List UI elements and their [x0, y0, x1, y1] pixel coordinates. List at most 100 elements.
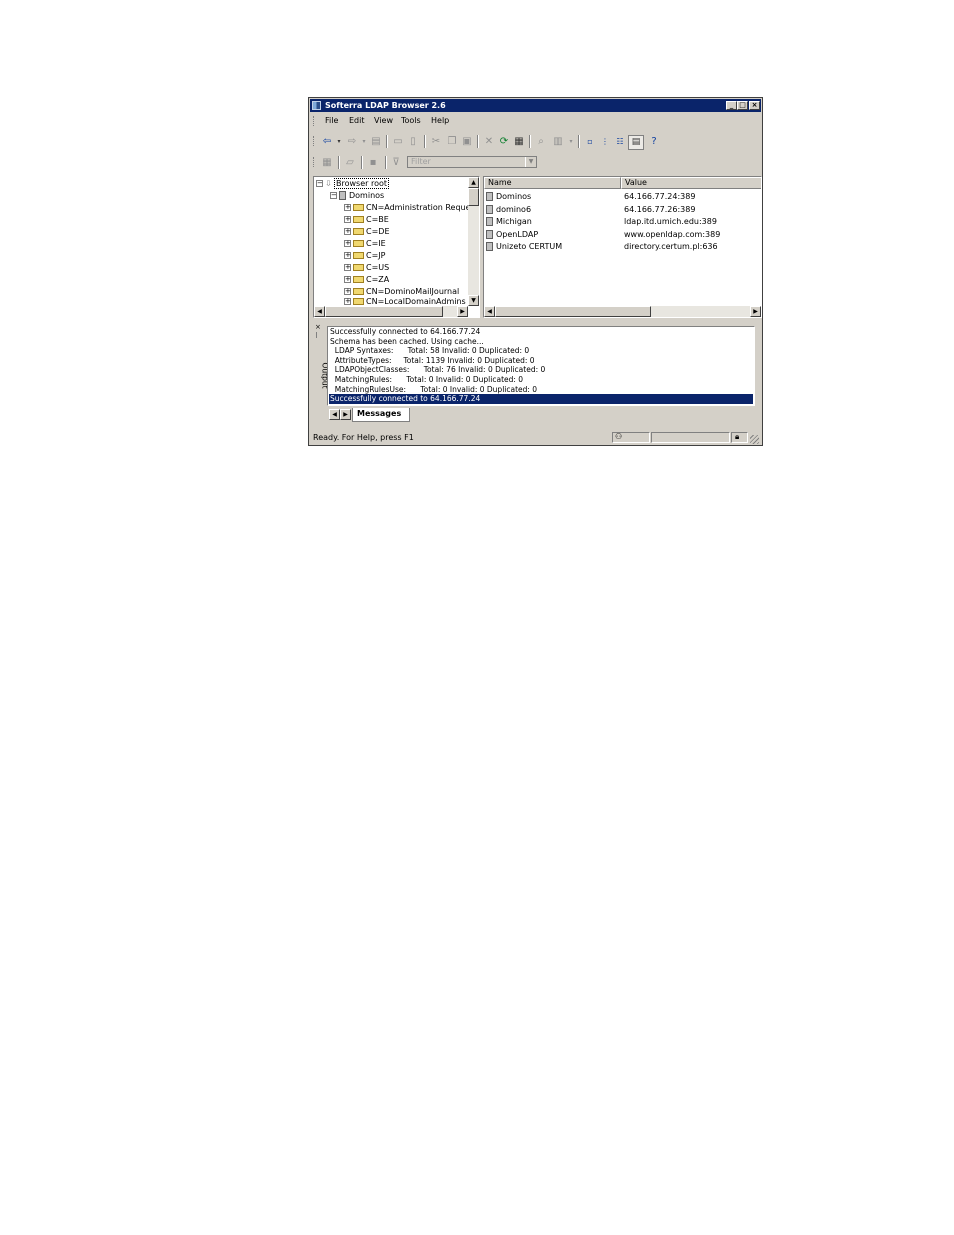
expand-icon[interactable]: +	[344, 228, 351, 235]
search-entry-icon[interactable]: ▦	[320, 156, 334, 169]
collapse-icon[interactable]: −	[330, 192, 337, 199]
tree-horizontal-scrollbar[interactable]: ◀ ▶	[314, 306, 468, 317]
list-view-icon[interactable]: ☷	[613, 135, 627, 148]
tree-item-label: CN=Administration Reque:	[366, 203, 474, 212]
resize-grip[interactable]	[750, 435, 759, 444]
menu-tools[interactable]: Tools	[401, 116, 421, 126]
output-panel-gripper[interactable]: × Output	[312, 323, 330, 426]
tree-item[interactable]: + CN=Administration Reque:	[344, 202, 473, 214]
row-name: Dominos	[496, 192, 532, 201]
tree-item-label: C=IE	[366, 239, 386, 248]
delete-icon[interactable]: ✕	[482, 135, 496, 148]
list-row[interactable]: Unizeto CERTUM	[486, 241, 562, 253]
filter-toolbar-grip[interactable]	[313, 157, 316, 167]
scroll-right-icon[interactable]: ▶	[750, 306, 761, 317]
paste-icon[interactable]: ▣	[460, 135, 474, 148]
filter-combobox[interactable]: Filter ▼	[407, 156, 537, 168]
column-header-name[interactable]: Name	[484, 177, 621, 189]
folder-icon	[353, 240, 364, 247]
tree-item[interactable]: + C=US	[344, 262, 389, 274]
open-filter-icon[interactable]: ▱	[343, 156, 357, 169]
list-row[interactable]: Dominos	[486, 191, 531, 203]
expand-icon[interactable]: +	[344, 252, 351, 259]
tree-item-server[interactable]: − Dominos	[330, 190, 384, 202]
tree-item[interactable]: + C=ZA	[344, 274, 389, 286]
expand-icon[interactable]: +	[344, 216, 351, 223]
row-value: 64.166.77.26:389	[624, 205, 696, 214]
server-icon	[486, 205, 493, 214]
expand-icon[interactable]: +	[344, 288, 351, 295]
separator	[477, 135, 479, 148]
tree-item-root[interactable]: − ⇩ Browser root	[316, 178, 389, 190]
menu-view[interactable]: View	[374, 116, 393, 126]
menu-edit[interactable]: Edit	[349, 116, 365, 126]
filter-funnel-icon[interactable]: ⊽	[389, 156, 403, 169]
message-line-selected: Successfully connected to 64.166.77.24	[329, 394, 753, 404]
tree-item[interactable]: + C=IE	[344, 238, 386, 250]
find-icon[interactable]: ⌕	[534, 135, 548, 148]
scroll-thumb[interactable]	[495, 306, 651, 317]
close-icon[interactable]: ×	[315, 323, 321, 331]
edit-filter-icon[interactable]: ▪	[366, 156, 380, 169]
tab-messages[interactable]: Messages	[352, 408, 411, 422]
export-icon[interactable]: ▥	[551, 135, 565, 148]
tab-scroll-right-icon[interactable]: ▶	[340, 409, 351, 420]
list-row[interactable]: OpenLDAP	[486, 229, 538, 241]
window-title: Softerra LDAP Browser 2.6	[325, 101, 446, 110]
server-icon	[339, 191, 346, 200]
expand-icon[interactable]: +	[344, 240, 351, 247]
list-row[interactable]: Michigan	[486, 216, 532, 228]
chevron-down-icon[interactable]: ▼	[525, 157, 536, 167]
column-header-value[interactable]: Value	[621, 177, 761, 189]
output-messages[interactable]: Successfully connected to 64.166.77.24 S…	[327, 326, 755, 406]
expand-icon[interactable]: +	[344, 264, 351, 271]
menu-file[interactable]: File	[325, 116, 338, 126]
large-icons-icon[interactable]: ▫	[583, 135, 597, 148]
message-line: Successfully connected to 64.166.77.24	[330, 327, 481, 336]
list-horizontal-scrollbar[interactable]: ◀ ▶	[484, 306, 761, 317]
scroll-left-icon[interactable]: ◀	[484, 306, 495, 317]
tree-vertical-scrollbar[interactable]: ▲ ▼	[468, 177, 479, 306]
scroll-down-icon[interactable]: ▼	[468, 295, 479, 306]
menu-help[interactable]: Help	[431, 116, 449, 126]
tree-pane: − ⇩ Browser root − Dominos + CN=Administrati…	[313, 176, 480, 318]
minimize-button[interactable]: _	[726, 101, 737, 110]
scroll-thumb[interactable]	[468, 188, 479, 206]
menubar-grip[interactable]	[313, 116, 316, 126]
details-view-icon[interactable]: ▤	[628, 135, 644, 150]
scroll-thumb[interactable]	[325, 306, 443, 317]
small-icons-icon[interactable]: ⋮	[598, 135, 612, 148]
new-entry-icon[interactable]: ▭	[391, 135, 405, 148]
new-server-icon[interactable]: ▯	[406, 135, 420, 148]
maximize-button[interactable]: □	[737, 101, 748, 110]
collapse-icon[interactable]: −	[316, 180, 323, 187]
root-icon: ⇩	[325, 179, 332, 188]
tree-item[interactable]: + C=BE	[344, 214, 389, 226]
expand-icon[interactable]: +	[344, 204, 351, 211]
scroll-left-icon[interactable]: ◀	[314, 306, 325, 317]
refresh-icon[interactable]: ⟳	[497, 135, 511, 148]
folder-icon	[353, 264, 364, 271]
cut-icon[interactable]: ✂	[429, 135, 443, 148]
list-row[interactable]: domino6	[486, 204, 531, 216]
folder-icon	[353, 204, 364, 211]
back-dropdown-icon[interactable]: ▾	[332, 135, 346, 148]
tree-root-label: Browser root	[334, 178, 389, 189]
close-button[interactable]: ×	[749, 101, 760, 110]
tree-item[interactable]: + C=JP	[344, 250, 385, 262]
expand-icon[interactable]: +	[344, 276, 351, 283]
up-level-icon[interactable]: ▤	[369, 135, 383, 148]
toolbar-grip[interactable]	[313, 136, 316, 146]
tab-scroll-left-icon[interactable]: ◀	[329, 409, 340, 420]
scroll-right-icon[interactable]: ▶	[457, 306, 468, 317]
export-dropdown-icon[interactable]: ▾	[564, 135, 578, 148]
title-bar[interactable]: Softerra LDAP Browser 2.6 _ □ ×	[310, 99, 761, 112]
expand-icon[interactable]: +	[344, 298, 351, 305]
properties-icon[interactable]: ▦	[512, 135, 526, 148]
context-help-icon[interactable]: ?	[647, 135, 661, 148]
panel-grip	[316, 332, 319, 338]
tree-item[interactable]: + C=DE	[344, 226, 390, 238]
lock-icon: 🔒︎	[735, 432, 740, 441]
copy-icon[interactable]: ❐	[445, 135, 459, 148]
scroll-up-icon[interactable]: ▲	[468, 177, 479, 188]
